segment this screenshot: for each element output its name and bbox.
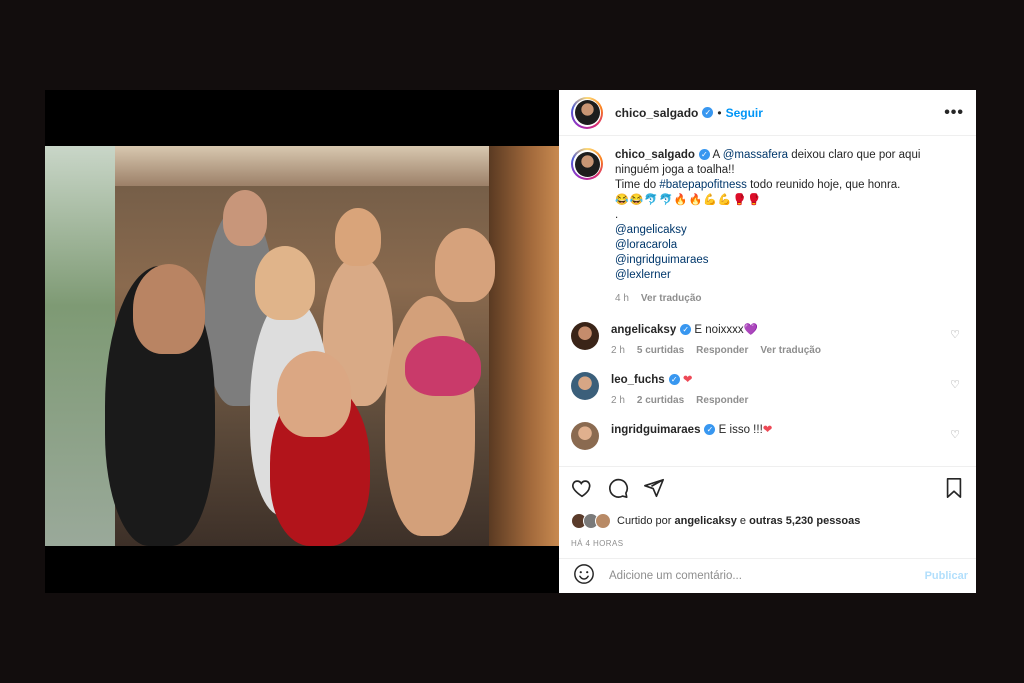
add-comment-bar: Publicar [559,558,976,593]
comment-time[interactable]: 2 h [611,345,625,356]
caption-meta: 4 h Ver tradução [615,291,945,306]
post-side-panel: chico_salgado ✓ • Seguir ••• chico_salga… [559,90,976,593]
comment-input[interactable] [607,569,925,583]
post-media[interactable] [45,90,559,593]
share-plane-icon[interactable] [643,477,665,504]
follow-button[interactable]: Seguir [726,106,763,120]
like-heart-icon[interactable] [571,477,593,504]
commenter-username[interactable]: ingridguimaraes [611,424,700,436]
liker-avatar[interactable] [595,513,611,529]
verified-icon: ✓ [702,107,714,118]
translate-link[interactable]: Ver tradução [641,293,702,304]
comment-item: ingridguimaraes ✓ E isso !!!❤ ♡ [571,422,964,450]
like-comment-heart-icon[interactable]: ♡ [950,328,960,341]
post-actions: Curtido por angelicaksy e outras 5,230 p… [559,466,976,558]
comment-likes[interactable]: 2 curtidas [637,395,684,406]
instagram-post: chico_salgado ✓ • Seguir ••• chico_salga… [45,90,976,593]
verified-icon: ✓ [704,424,716,436]
comment-bubble-icon[interactable] [607,477,629,504]
post-header: chico_salgado ✓ • Seguir ••• [559,90,976,136]
verified-icon: ✓ [698,149,710,161]
emoji-picker-icon[interactable] [573,563,595,590]
mention-link[interactable]: @lexlerner [615,269,671,281]
reply-button[interactable]: Responder [696,345,748,356]
comment-time[interactable]: 2 h [611,395,625,406]
author-username[interactable]: chico_salgado [615,106,698,120]
commenter-avatar[interactable] [571,372,599,400]
purple-heart-icon: 💜 [743,324,758,336]
red-heart-icon: ❤ [682,374,693,386]
commenter-avatar[interactable] [571,422,599,450]
hashtag-link[interactable]: #batepapofitness [659,179,747,191]
comments-section[interactable]: chico_salgado ✓ A @massafera deixou claro… [559,136,976,466]
translate-link[interactable]: Ver tradução [760,345,821,356]
publish-button[interactable]: Publicar [925,570,968,582]
emoji-line: 😂😂🐬🐬🔥🔥💪💪🥊🥊 [615,194,762,206]
verified-icon: ✓ [668,374,680,386]
comment-item: angelicaksy ✓ E noixxxx💜 2 h5 curtidas Res… [571,322,964,356]
commenter-avatar[interactable] [571,322,599,350]
comment-likes[interactable]: 5 curtidas [637,345,684,356]
mention-link[interactable]: @ingridguimaraes [615,254,709,266]
more-options-icon[interactable]: ••• [944,104,964,122]
author-avatar[interactable] [571,96,603,129]
liker-username[interactable]: angelicaksy [674,515,736,527]
commenter-username[interactable]: angelicaksy [611,324,676,336]
red-heart-icon: ❤ [762,424,773,436]
comment-item: leo_fuchs ✓ ❤ 2 h 2 curtidas Responder ♡ [571,372,964,406]
like-comment-heart-icon[interactable]: ♡ [950,378,960,391]
separator-dot: • [717,105,722,120]
mention-link[interactable]: @angelicaksy [615,224,687,236]
caption-author[interactable]: chico_salgado [615,149,695,161]
post-timestamp[interactable]: HÁ 4 HORAS [571,539,964,548]
reply-button[interactable]: Responder [696,395,748,406]
verified-icon: ✓ [680,324,692,336]
like-comment-heart-icon[interactable]: ♡ [950,428,960,441]
caption: chico_salgado ✓ A @massafera deixou claro… [571,148,964,306]
caption-author-avatar[interactable] [571,148,603,180]
mention-link[interactable]: @massafera [723,149,788,161]
likes-summary: Curtido por angelicaksy e outras 5,230 p… [571,513,964,529]
mention-link[interactable]: @loracarola [615,239,677,251]
post-photo[interactable] [45,146,559,546]
caption-time[interactable]: 4 h [615,293,629,304]
others-likes-link[interactable]: outras 5,230 pessoas [749,515,860,527]
commenter-username[interactable]: leo_fuchs [611,374,665,386]
bookmark-icon[interactable] [944,477,964,504]
